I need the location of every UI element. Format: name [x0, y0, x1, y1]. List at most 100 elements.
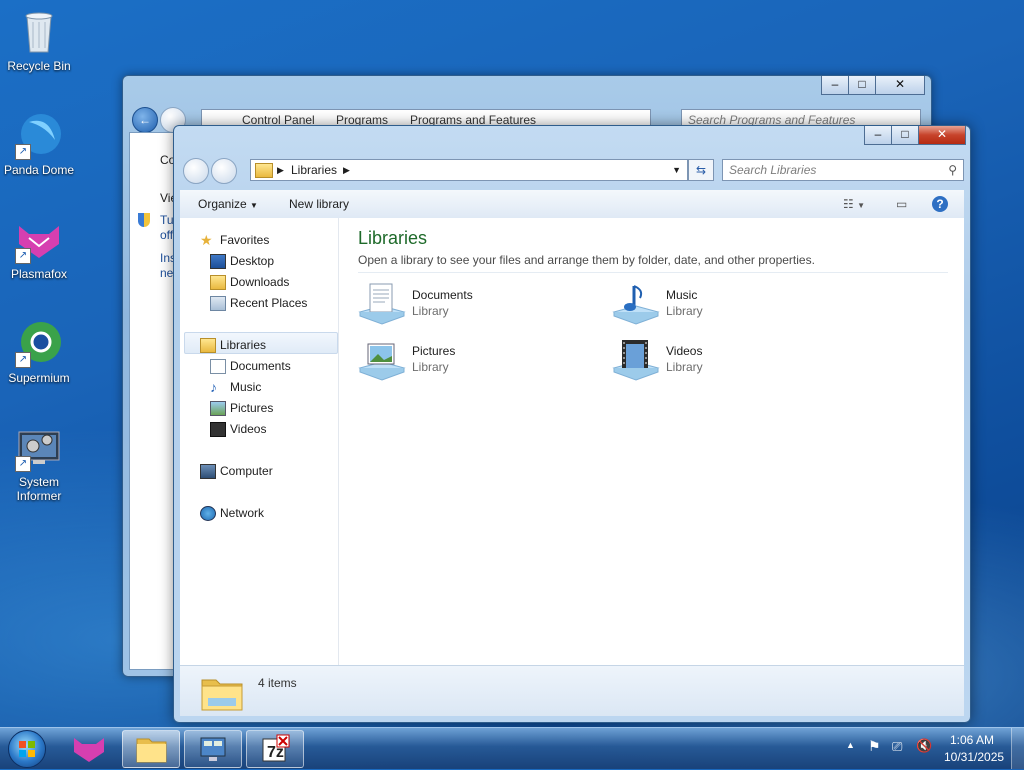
minimize-button[interactable]: –: [821, 76, 849, 95]
preview-pane-icon[interactable]: ▭: [896, 190, 907, 218]
plasmafox-icon: [74, 738, 104, 762]
shield-icon: [138, 213, 150, 227]
organize-button[interactable]: Organize ▼: [198, 190, 258, 220]
libraries-view: Libraries Open a library to see your fil…: [340, 218, 964, 666]
nav-music[interactable]: ♪ Music: [208, 377, 261, 397]
videos-library-icon: [612, 338, 660, 384]
plasmafox-icon: ↗: [15, 216, 63, 264]
desktop-icon-label: System Informer: [16, 475, 62, 503]
computer-icon: [200, 464, 216, 479]
taskbar-7zip-button[interactable]: 7z: [246, 730, 304, 768]
folder-icon: [136, 738, 167, 763]
library-name: Pictures: [412, 344, 456, 358]
desktop-icon-label: Panda Dome: [3, 163, 75, 177]
nav-pictures[interactable]: Pictures: [208, 398, 273, 418]
nav-libraries[interactable]: Libraries: [198, 335, 266, 355]
library-name: Documents: [412, 288, 473, 302]
libraries-window[interactable]: – □ ✕ ▶ Libraries ▶ ▼ ⇆ Search Libraries…: [173, 125, 971, 723]
minimize-button[interactable]: –: [864, 126, 892, 145]
details-pane: 4 items: [180, 665, 964, 716]
supermium-icon: ↗: [15, 320, 63, 368]
panda-dome-icon: ↗: [15, 112, 63, 160]
control-panel-icon: [200, 737, 226, 761]
library-documents[interactable]: Documents Library: [358, 282, 598, 334]
close-button[interactable]: ✕: [875, 76, 925, 95]
clock-time[interactable]: 1:06 AM: [950, 733, 994, 747]
clock-date[interactable]: 10/31/2025: [944, 750, 1004, 764]
network-icon: [200, 506, 216, 521]
libraries-folder-icon: [200, 672, 244, 712]
chevron-down-icon[interactable]: ▼: [672, 160, 681, 180]
library-type: Library: [412, 304, 449, 318]
taskbar: 7z ▲ ⚑ ⎚ 🔇 1:06 AM 10/31/2025: [0, 727, 1024, 769]
breadcrumb-item[interactable]: Libraries: [291, 160, 337, 180]
nav-recent-places[interactable]: Recent Places: [208, 293, 307, 313]
music-library-icon: [612, 282, 660, 328]
nav-documents[interactable]: Documents: [208, 356, 291, 376]
command-bar: Organize ▼ New library ☷ ▼ ▭ ?: [180, 190, 964, 219]
7zip-icon: 7z: [262, 734, 290, 762]
address-bar[interactable]: ▶ Libraries ▶ ▼: [250, 159, 688, 181]
libraries-icon: [200, 338, 216, 353]
recycle-bin-icon: [15, 8, 63, 56]
nav-desktop[interactable]: Desktop: [208, 251, 274, 271]
maximize-button[interactable]: □: [891, 126, 919, 145]
desktop-icon-panda-dome[interactable]: ↗ Panda Dome: [1, 112, 77, 177]
action-center-flag-icon[interactable]: ⚑: [868, 738, 881, 755]
desktop-icon-system-informer[interactable]: ↗ System Informer: [1, 424, 77, 503]
page-subtitle: Open a library to see your files and arr…: [358, 253, 815, 267]
desktop-icon-label: Plasmafox: [10, 267, 68, 281]
forward-button[interactable]: [211, 158, 237, 184]
library-name: Videos: [666, 344, 703, 358]
documents-library-icon: [358, 282, 406, 328]
shortcut-arrow-icon: ↗: [15, 456, 31, 472]
taskbar-plasmafox-button[interactable]: [66, 730, 112, 766]
item-count: 4 items: [258, 676, 297, 690]
nav-favorites[interactable]: ★ Favorites: [198, 230, 269, 250]
desktop-icon-supermium[interactable]: ↗ Supermium: [1, 320, 77, 385]
library-pictures[interactable]: Pictures Library: [358, 338, 598, 390]
partial-text[interactable]: off: [160, 228, 173, 242]
close-button[interactable]: ✕: [918, 126, 966, 145]
taskbar-control-panel-button[interactable]: [184, 730, 242, 768]
taskbar-explorer-button[interactable]: [122, 730, 180, 768]
partial-text[interactable]: ne: [160, 266, 173, 280]
explorer-content: ★ Favorites Desktop Downloads Recent Pla…: [180, 218, 964, 666]
network-status-icon[interactable]: ⎚: [892, 739, 902, 755]
recent-places-icon: [210, 296, 226, 311]
maximize-button[interactable]: □: [848, 76, 876, 95]
music-icon: ♪: [210, 379, 217, 395]
shortcut-arrow-icon: ↗: [15, 248, 31, 264]
nav-downloads[interactable]: Downloads: [208, 272, 289, 292]
search-input[interactable]: Search Libraries ⚲: [722, 159, 964, 181]
partial-text[interactable]: Tu: [160, 213, 174, 227]
volume-muted-icon[interactable]: 🔇: [916, 738, 932, 754]
desktop-icon-plasmafox[interactable]: ↗ Plasmafox: [1, 216, 77, 281]
desktop-icon-label: Supermium: [8, 371, 70, 385]
library-type: Library: [666, 360, 703, 374]
nav-computer[interactable]: Computer: [198, 461, 273, 481]
back-button[interactable]: ←: [132, 107, 158, 133]
show-desktop-button[interactable]: [1011, 728, 1024, 769]
help-icon[interactable]: ?: [932, 190, 948, 218]
desktop-icon-recycle-bin[interactable]: Recycle Bin: [1, 8, 77, 73]
change-view-icon[interactable]: ☷ ▼: [843, 190, 865, 220]
library-videos[interactable]: Videos Library: [612, 338, 852, 390]
search-placeholder: Search Libraries: [729, 163, 817, 177]
nav-network[interactable]: Network: [198, 503, 264, 523]
system-informer-icon: ↗: [15, 424, 63, 472]
new-library-button[interactable]: New library: [289, 190, 349, 218]
downloads-icon: [210, 275, 226, 290]
videos-icon: [210, 422, 226, 437]
refresh-button[interactable]: ⇆: [688, 159, 714, 181]
start-button[interactable]: [8, 730, 46, 768]
chevron-right-icon: ▶: [277, 165, 284, 175]
back-button[interactable]: [183, 158, 209, 184]
show-hidden-icons-button[interactable]: ▲: [846, 740, 855, 750]
desktop-icon: [210, 254, 226, 269]
library-music[interactable]: Music Library: [612, 282, 852, 334]
shortcut-arrow-icon: ↗: [15, 144, 31, 160]
library-name: Music: [666, 288, 698, 302]
documents-icon: [210, 359, 226, 374]
nav-videos[interactable]: Videos: [208, 419, 266, 439]
